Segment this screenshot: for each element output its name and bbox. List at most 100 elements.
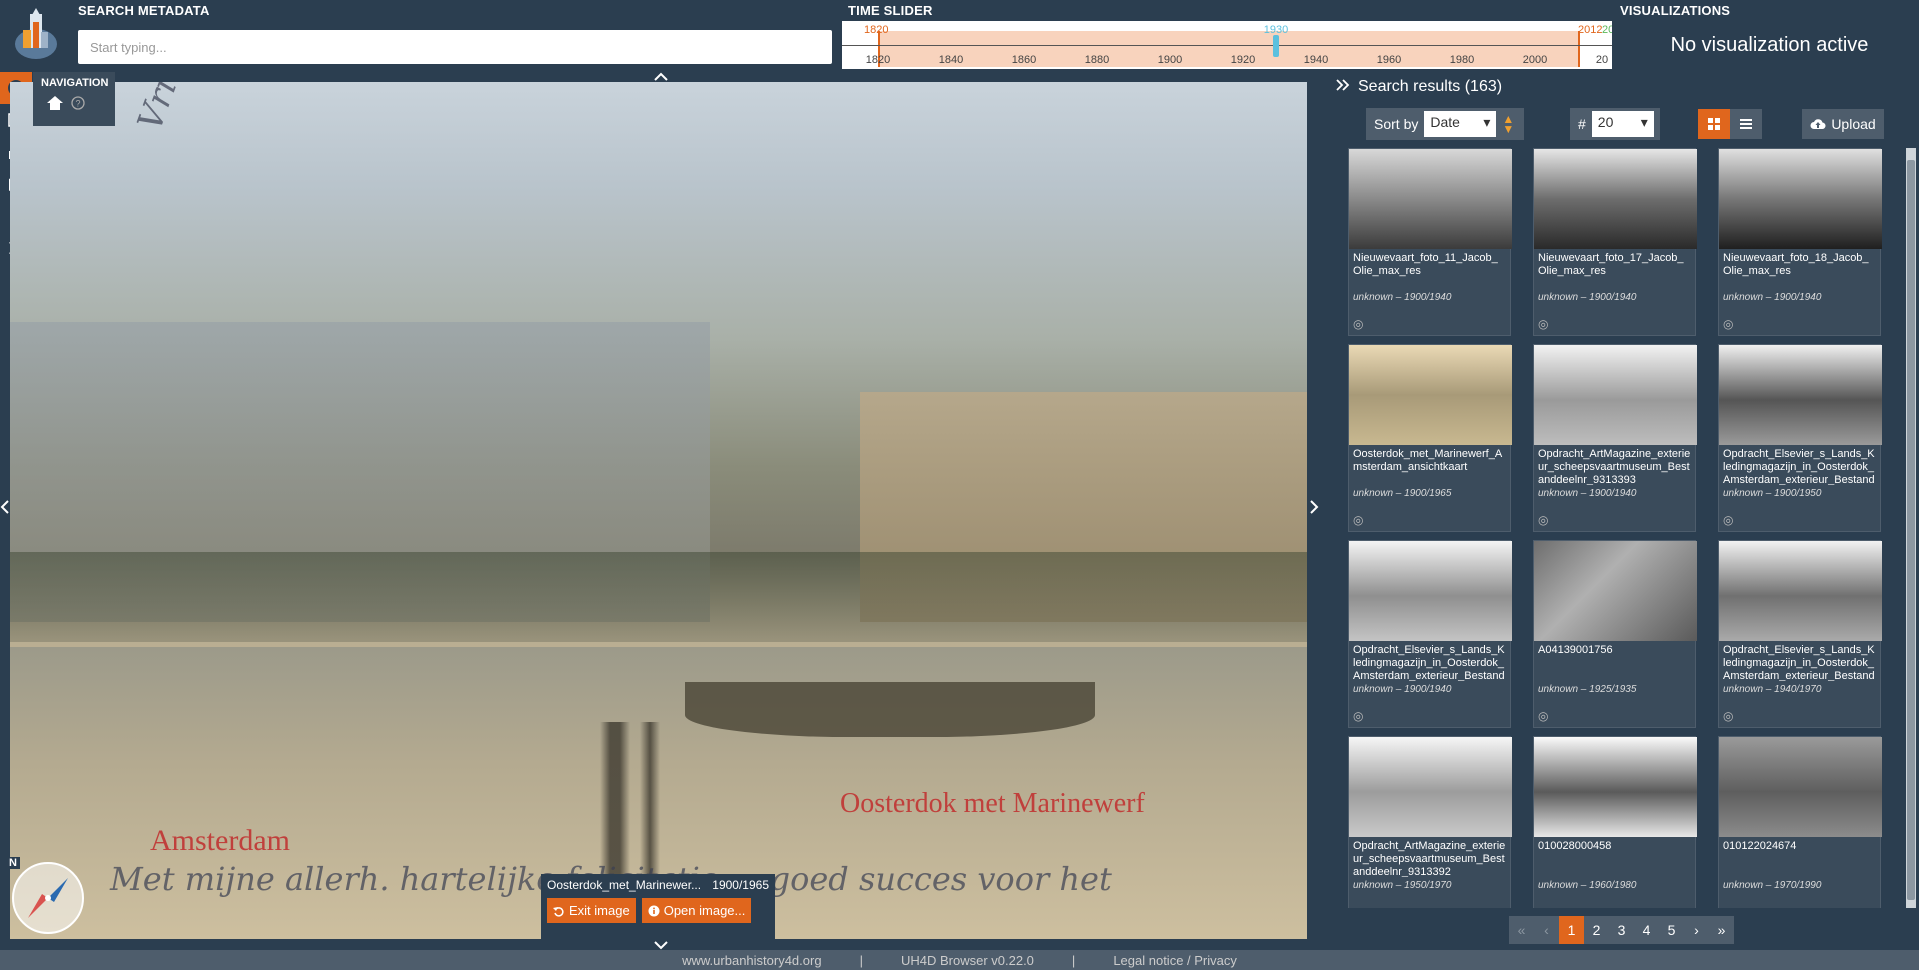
tick-label: 2000 bbox=[1522, 54, 1548, 66]
next-page-button[interactable]: › bbox=[1684, 916, 1709, 944]
list-view-button[interactable] bbox=[1730, 109, 1762, 139]
result-title: Opdracht_ArtMagazine_exterieur_scheepsva… bbox=[1353, 840, 1506, 877]
result-title: Nieuwevaart_foto_17_Jacob_Olie_max_res bbox=[1538, 252, 1684, 277]
time-marker-handle[interactable] bbox=[1273, 35, 1279, 57]
result-date: unknown – 1900/1940 bbox=[1353, 292, 1452, 303]
result-thumbnail[interactable] bbox=[1349, 541, 1512, 641]
results-scrollbar-thumb[interactable] bbox=[1907, 160, 1915, 900]
time-range-selection[interactable] bbox=[878, 31, 1580, 67]
footer-site-link[interactable]: www.urbanhistory4d.org bbox=[682, 953, 821, 968]
exit-image-button[interactable]: Exit image bbox=[547, 898, 636, 923]
sort-select[interactable]: Date ▾ bbox=[1424, 111, 1497, 137]
tick-label: 1900 bbox=[1157, 54, 1183, 66]
page-2-button[interactable]: 2 bbox=[1584, 916, 1609, 944]
result-card[interactable]: Opdracht_ArtMagazine_exterieur_scheepsva… bbox=[1348, 736, 1512, 908]
result-thumbnail[interactable] bbox=[1534, 149, 1697, 249]
info-icon bbox=[648, 905, 660, 916]
result-thumbnail[interactable] bbox=[1719, 737, 1882, 837]
count-label: # bbox=[1578, 116, 1586, 132]
camera-icon[interactable]: ◎ bbox=[1723, 905, 1733, 908]
top-bar: SEARCH METADATA TIME SLIDER 1820 2012 20… bbox=[0, 0, 1919, 70]
result-card[interactable]: Nieuwevaart_foto_11_Jacob_Olie_max_res u… bbox=[1348, 148, 1512, 336]
result-title: Opdracht_Elsevier_s_Lands_Kledingmagazij… bbox=[1723, 644, 1875, 681]
tick-label: 1920 bbox=[1230, 54, 1256, 66]
result-card[interactable]: Opdracht_ArtMagazine_exterieur_scheepsva… bbox=[1533, 344, 1697, 532]
prev-page-button[interactable]: ‹ bbox=[1534, 916, 1559, 944]
result-card[interactable]: Opdracht_Elsevier_s_Lands_Kledingmagazij… bbox=[1348, 540, 1512, 728]
camera-icon[interactable]: ◎ bbox=[1538, 317, 1548, 331]
range-start-label: 1820 bbox=[864, 24, 889, 36]
result-date: unknown – 1900/1940 bbox=[1538, 488, 1637, 499]
result-card[interactable]: Oosterdok_met_Marinewerf_Amsterdam_ansic… bbox=[1348, 344, 1512, 532]
tree-row bbox=[10, 552, 1307, 642]
open-image-button[interactable]: Open image... bbox=[641, 898, 752, 923]
count-select[interactable]: 20 ▾ bbox=[1591, 111, 1654, 137]
expand-right-icon[interactable] bbox=[1309, 500, 1319, 517]
result-thumbnail[interactable] bbox=[1719, 149, 1882, 249]
result-thumbnail[interactable] bbox=[1349, 345, 1512, 445]
camera-icon[interactable]: ◎ bbox=[1723, 709, 1733, 723]
result-card[interactable]: 010122024674 unknown – 1970/1990 ◎ bbox=[1718, 736, 1882, 908]
result-thumbnail[interactable] bbox=[1534, 345, 1697, 445]
camera-icon[interactable]: ◎ bbox=[1723, 317, 1733, 331]
result-thumbnail[interactable] bbox=[1534, 541, 1697, 641]
page-5-button[interactable]: 5 bbox=[1659, 916, 1684, 944]
camera-icon[interactable]: ◎ bbox=[1353, 709, 1363, 723]
cloud-upload-icon bbox=[1810, 119, 1826, 130]
grid-icon bbox=[1708, 118, 1720, 130]
result-card[interactable]: 010028000458 unknown – 1960/1980 ◎ bbox=[1533, 736, 1697, 908]
camera-icon[interactable]: ◎ bbox=[1538, 513, 1548, 527]
first-page-button[interactable]: « bbox=[1509, 916, 1534, 944]
upload-button[interactable]: Upload bbox=[1802, 109, 1884, 139]
result-thumbnail[interactable] bbox=[1349, 149, 1512, 249]
sort-direction-icon[interactable]: ▲ ▼ bbox=[1502, 113, 1514, 135]
collapse-up-icon[interactable] bbox=[654, 68, 668, 84]
result-card[interactable]: Nieuwevaart_foto_17_Jacob_Olie_max_res u… bbox=[1533, 148, 1697, 336]
time-slider[interactable]: 1820 2012 20 1930 1820 1840 1860 1880 19… bbox=[842, 21, 1612, 69]
results-toolbar: Sort by Date ▾ ▲ ▼ # 20 ▾ Upload bbox=[1330, 106, 1919, 144]
camera-icon[interactable]: ◎ bbox=[1353, 905, 1363, 908]
help-icon[interactable]: ? bbox=[71, 96, 85, 115]
barge bbox=[685, 682, 1095, 737]
popup-title: Oosterdok_met_Marinewer... bbox=[547, 878, 702, 892]
page-4-button[interactable]: 4 bbox=[1634, 916, 1659, 944]
result-date: unknown – 1925/1935 bbox=[1538, 684, 1637, 695]
compass-icon[interactable] bbox=[12, 862, 84, 934]
svg-text:?: ? bbox=[75, 99, 80, 109]
grid-view-button[interactable] bbox=[1698, 109, 1730, 139]
result-thumbnail[interactable] bbox=[1719, 541, 1882, 641]
logo-icon bbox=[15, 8, 57, 59]
double-chevron-right-icon[interactable] bbox=[1336, 78, 1350, 96]
result-card[interactable]: A04139001756 unknown – 1925/1935 ◎ bbox=[1533, 540, 1697, 728]
camera-icon[interactable]: ◎ bbox=[1723, 513, 1733, 527]
page-3-button[interactable]: 3 bbox=[1609, 916, 1634, 944]
result-card[interactable]: Opdracht_Elsevier_s_Lands_Kledingmagazij… bbox=[1718, 344, 1882, 532]
popup-date: 1900/1965 bbox=[712, 878, 769, 892]
scene-viewport[interactable]: Vriendschap 1901 Amsterdam Oosterdok met… bbox=[10, 82, 1307, 939]
last-page-button[interactable]: » bbox=[1709, 916, 1734, 944]
camera-icon[interactable]: ◎ bbox=[1538, 709, 1548, 723]
list-icon bbox=[1740, 119, 1752, 129]
result-card[interactable]: Opdracht_Elsevier_s_Lands_Kledingmagazij… bbox=[1718, 540, 1882, 728]
result-thumbnail[interactable] bbox=[1719, 345, 1882, 445]
uh4d-logo[interactable] bbox=[0, 0, 72, 70]
search-input[interactable] bbox=[78, 30, 832, 64]
navigation-panel: NAVIGATION ? bbox=[33, 72, 115, 126]
count-select-value: 20 bbox=[1597, 114, 1614, 130]
tick-label: 1880 bbox=[1084, 54, 1110, 66]
result-date: unknown – 1900/1940 bbox=[1353, 684, 1452, 695]
result-title: Opdracht_Elsevier_s_Lands_Kledingmagazij… bbox=[1353, 644, 1505, 681]
footer-legal-link[interactable]: Legal notice / Privacy bbox=[1113, 953, 1237, 968]
result-thumbnail[interactable] bbox=[1534, 737, 1697, 837]
camera-icon[interactable]: ◎ bbox=[1538, 905, 1548, 908]
camera-icon[interactable]: ◎ bbox=[1353, 317, 1363, 331]
home-icon[interactable] bbox=[47, 96, 63, 115]
page-1-button[interactable]: 1 bbox=[1559, 916, 1584, 944]
result-title: 010122024674 bbox=[1723, 840, 1797, 852]
result-date: unknown – 1900/1950 bbox=[1723, 488, 1822, 499]
result-card[interactable]: Nieuwevaart_foto_18_Jacob_Olie_max_res u… bbox=[1718, 148, 1882, 336]
sort-control: Sort by Date ▾ ▲ ▼ bbox=[1366, 108, 1524, 140]
expand-left-icon[interactable] bbox=[0, 500, 10, 517]
result-thumbnail[interactable] bbox=[1349, 737, 1512, 837]
camera-icon[interactable]: ◎ bbox=[1353, 513, 1363, 527]
